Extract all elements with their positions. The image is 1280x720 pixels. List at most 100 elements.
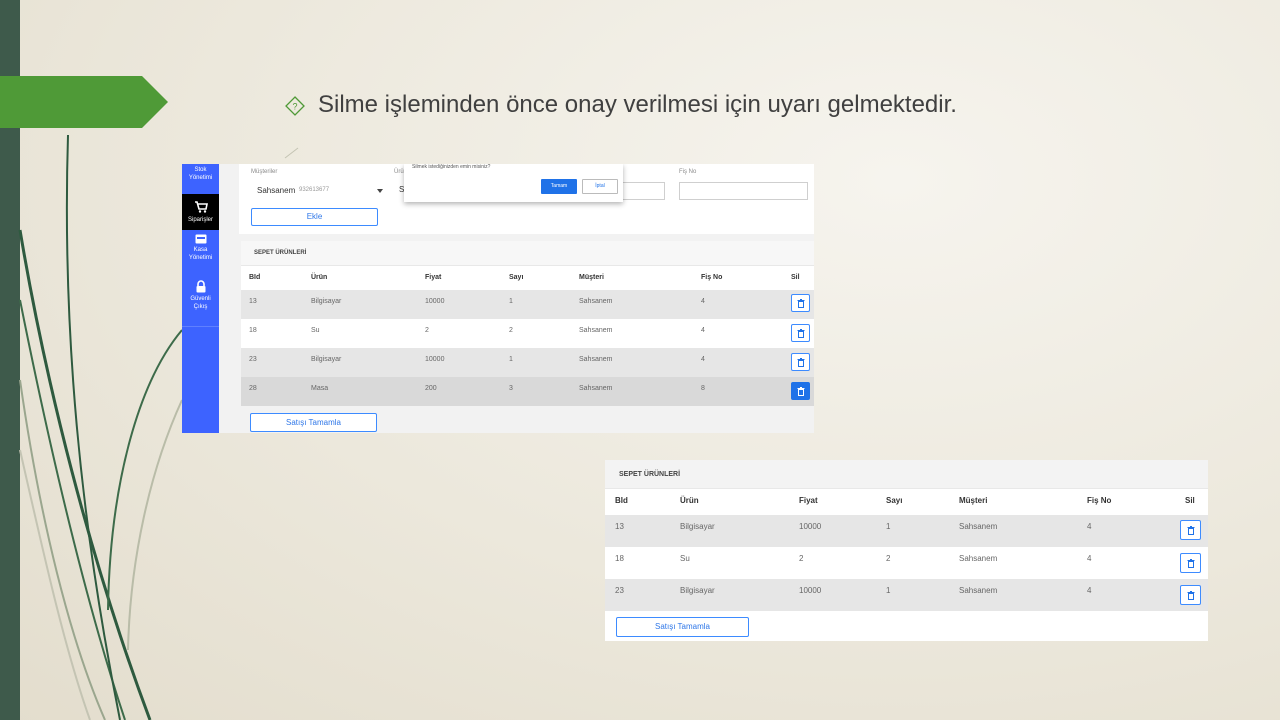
cell-sayi: 2 — [886, 554, 891, 563]
sidebar-item-siparisler[interactable]: Siparişler — [182, 194, 219, 230]
register-icon — [195, 234, 206, 244]
cell-urun: Bilgisayar — [680, 586, 715, 595]
delete-button[interactable] — [791, 294, 810, 312]
column-header: BId — [615, 496, 628, 505]
sidebar: Stok Yönetimi Siparişler Kasa Yönetimi G… — [182, 164, 219, 433]
trash-icon — [797, 357, 804, 367]
table-row: 23 Bilgisayar 10000 1 Sahsanem 4 — [605, 579, 1208, 611]
basket-table: SEPET ÜRÜNLERİ BId Ürün Fiyat Sayı Müşte… — [605, 460, 1208, 611]
sidebar-item-label: Kasa — [193, 247, 208, 253]
cart-icon — [194, 201, 208, 213]
cell-fiyat: 10000 — [799, 522, 822, 531]
sidebar-item-cikis[interactable]: Güvenli Çıkış — [182, 280, 219, 327]
svg-text:?: ? — [292, 102, 297, 112]
complete-sale-button[interactable]: Satışı Tamamla — [250, 413, 377, 432]
basket-title: SEPET ÜRÜNLERİ — [605, 460, 1208, 489]
confirm-delete-dialog: Silmek istediğinizden emin misiniz? Tama… — [404, 164, 623, 202]
trash-icon — [1187, 558, 1194, 568]
cell-sayi: 1 — [509, 298, 513, 305]
sidebar-item-label: Güvenli — [190, 296, 211, 302]
table-header: BId Ürün Fiyat Sayı Müşteri Fiş No Sil — [605, 489, 1208, 515]
dialog-cancel-button[interactable]: İptal — [582, 179, 618, 194]
cell-urun: Su — [311, 327, 320, 334]
column-header: Sayı — [509, 274, 524, 281]
column-header: Ürün — [311, 274, 328, 281]
sidebar-item-kasa[interactable]: Kasa Yönetimi — [182, 234, 219, 274]
cell-sayi: 3 — [509, 385, 513, 392]
column-header: Sil — [791, 274, 800, 281]
app-screenshot-with-dialog: Stok Yönetimi Siparişler Kasa Yönetimi G… — [182, 164, 814, 433]
cell-fiyat: 10000 — [425, 298, 445, 305]
column-header: Fiyat — [425, 274, 442, 281]
table-row: 18 Su 2 2 Sahsanem 4 — [241, 319, 814, 348]
table-row: 28 Masa 200 3 Sahsanem 8 — [241, 377, 814, 406]
column-header: Müşteri — [959, 496, 988, 505]
column-header: Fiyat — [799, 496, 818, 505]
delete-button[interactable] — [791, 324, 810, 342]
sidebar-item-label: Siparişler — [187, 217, 213, 223]
delete-button[interactable] — [1180, 585, 1201, 605]
chevron-down-icon — [377, 189, 383, 193]
cell-musteri: Sahsanem — [959, 586, 998, 595]
column-header: Fiş No — [1087, 496, 1112, 505]
trash-icon — [1187, 525, 1194, 535]
cell-bid: 13 — [615, 522, 624, 531]
customer-select-value: Sahsanem — [257, 186, 296, 195]
customer-select[interactable]: Sahsanem 932613677 — [257, 183, 383, 198]
cell-fis: 4 — [701, 298, 705, 305]
bullet-diamond-icon: ? — [285, 96, 305, 116]
cell-fiyat: 200 — [425, 385, 437, 392]
cell-urun: Masa — [311, 385, 329, 392]
table-header: BId Ürün Fiyat Sayı Müşteri Fiş No Sil — [241, 266, 814, 290]
sidebar-item-label: Yönetimi — [188, 255, 213, 261]
trash-icon — [797, 328, 804, 338]
cell-bid: 18 — [615, 554, 624, 563]
title-arrow-shape — [0, 76, 168, 128]
customers-label: Müşteriler — [251, 169, 278, 175]
dialog-ok-button[interactable]: Tamam — [541, 179, 577, 194]
trash-icon — [797, 386, 804, 396]
cell-urun: Bilgisayar — [680, 522, 715, 531]
cell-bid: 18 — [249, 327, 257, 334]
slide-bullet-text: Silme işleminden önce onay verilmesi içi… — [318, 91, 957, 118]
sidebar-item-label: Yönetimi — [188, 175, 213, 181]
cell-fis: 4 — [1087, 554, 1092, 563]
add-button[interactable]: Ekle — [251, 208, 378, 226]
trash-icon — [797, 298, 804, 308]
fis-no-label: Fiş No — [679, 169, 697, 175]
cell-musteri: Sahsanem — [579, 385, 613, 392]
basket-title: SEPET ÜRÜNLERİ — [241, 241, 814, 266]
fis-no-field[interactable] — [679, 182, 808, 200]
cell-sayi: 2 — [509, 327, 513, 334]
dialog-message: Silmek istediğinizden emin misiniz? — [412, 164, 491, 170]
cell-fiyat: 2 — [425, 327, 429, 334]
delete-button[interactable] — [1180, 553, 1201, 573]
table-row: 13 Bilgisayar 10000 1 Sahsanem 4 — [241, 290, 814, 319]
customer-phone: 932613677 — [299, 187, 330, 193]
cell-fis: 4 — [1087, 586, 1092, 595]
sidebar-item-label: Çıkış — [193, 304, 208, 310]
delete-button[interactable] — [791, 353, 810, 371]
delete-button[interactable] — [1180, 520, 1201, 540]
cell-musteri: Sahsanem — [579, 327, 613, 334]
column-header: Müşteri — [579, 274, 604, 281]
basket-table: SEPET ÜRÜNLERİ BId Ürün Fiyat Sayı Müşte… — [241, 241, 814, 406]
table-row: 23 Bilgisayar 10000 1 Sahsanem 4 — [241, 348, 814, 377]
cell-fis: 4 — [701, 356, 705, 363]
column-header: Sil — [1185, 496, 1195, 505]
trash-icon — [1187, 590, 1194, 600]
cell-urun: Bilgisayar — [311, 298, 342, 305]
column-header: Fiş No — [701, 274, 723, 281]
cell-fis: 4 — [1087, 522, 1092, 531]
cell-bid: 23 — [249, 356, 257, 363]
cell-urun: Su — [680, 554, 690, 563]
quantity-field[interactable] — [622, 182, 665, 200]
product-label: Ürü — [394, 169, 404, 175]
sidebar-item-label: Stok — [194, 167, 207, 173]
table-row: 13 Bilgisayar 10000 1 Sahsanem 4 — [605, 515, 1208, 547]
column-header: Sayı — [886, 496, 903, 505]
complete-sale-button[interactable]: Satışı Tamamla — [616, 617, 749, 637]
sidebar-item-stok[interactable]: Stok Yönetimi — [182, 166, 219, 192]
delete-button-pressed[interactable] — [791, 382, 810, 400]
cell-bid: 28 — [249, 385, 257, 392]
